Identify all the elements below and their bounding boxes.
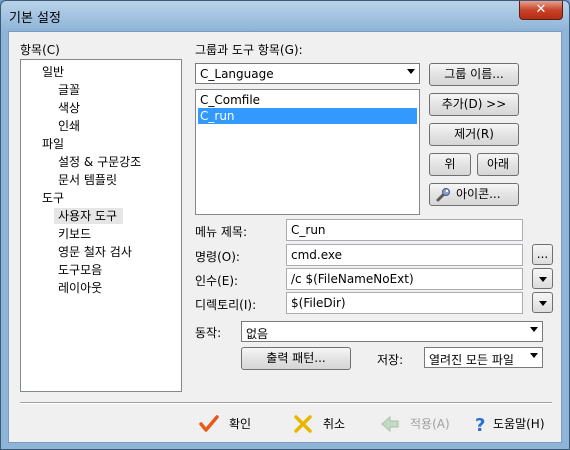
dir-input[interactable]: $(FileDir) — [286, 292, 523, 314]
group-combo-value: C_Language — [200, 67, 274, 81]
apply-button[interactable]: 적용(A) — [380, 412, 460, 436]
remove-button[interactable]: 제거(R) — [429, 123, 519, 146]
chevron-down-icon — [539, 301, 547, 306]
up-button[interactable]: 위 — [429, 153, 471, 176]
chevron-down-icon — [539, 277, 547, 282]
menu-title-input[interactable]: C_run — [286, 219, 523, 241]
icon-button-label: 아이콘... — [456, 187, 501, 201]
help-icon: ? — [475, 415, 485, 434]
ok-button[interactable]: 확인 — [199, 412, 269, 436]
close-button[interactable]: ✕ — [519, 1, 563, 20]
category-tree[interactable]: 일반 글꼴 색상 인쇄 파일 설정 & 구문강조 문서 템플릿 도구 사용자 도… — [20, 59, 182, 392]
browse-button[interactable]: ... — [532, 244, 553, 265]
save-label: 저장: — [377, 353, 404, 367]
command-input[interactable]: cmd.exe — [286, 244, 523, 266]
tree-item-file[interactable]: 파일 — [42, 136, 64, 152]
icon-button[interactable]: 아이콘... — [429, 183, 519, 206]
ok-label: 확인 — [229, 417, 252, 431]
tree-item-toolbar[interactable]: 도구모음 — [58, 262, 102, 278]
action-combo[interactable]: 없음 — [241, 321, 543, 342]
apply-label: 적용(A) — [410, 417, 450, 431]
wrench-icon — [436, 188, 450, 202]
arrow-left-icon — [381, 415, 399, 433]
tree-item-print[interactable]: 인쇄 — [58, 118, 80, 134]
tree-item-color[interactable]: 색상 — [58, 100, 80, 116]
svg-text:?: ? — [475, 415, 485, 434]
tree-item-general[interactable]: 일반 — [42, 64, 64, 80]
action-label: 동작: — [195, 326, 222, 340]
args-dropdown-button[interactable] — [532, 268, 553, 289]
chevron-down-icon — [407, 69, 415, 74]
cancel-button[interactable]: 취소 — [293, 412, 363, 436]
tree-item-syntax[interactable]: 설정 & 구문강조 — [58, 154, 141, 170]
command-label: 명령(O): — [195, 250, 240, 264]
tree-item-templates[interactable]: 문서 템플릿 — [58, 172, 117, 188]
title-bar[interactable]: 기본 설정 ✕ — [1, 1, 569, 31]
output-pattern-button[interactable]: 출력 패턴... — [241, 347, 351, 370]
group-combo[interactable]: C_Language — [195, 63, 420, 84]
tree-label: 항목(C) — [20, 43, 60, 57]
x-mark-icon — [294, 415, 312, 433]
window-title: 기본 설정 — [9, 11, 61, 26]
tree-item-spellcheck[interactable]: 영문 철자 검사 — [58, 244, 132, 260]
preferences-window: 기본 설정 ✕ 항목(C) 일반 글꼴 색상 인쇄 파일 설정 & 구문강조 문… — [0, 0, 570, 450]
action-combo-value: 없음 — [246, 327, 269, 341]
args-input[interactable]: /c $(FileNameNoExt) — [286, 268, 523, 290]
help-label: 도움말(H) — [493, 417, 545, 431]
group-name-button[interactable]: 그룹 이름... — [429, 63, 519, 86]
save-combo-value: 열려진 모든 파일 — [429, 353, 514, 367]
tree-item-tools[interactable]: 도구 — [42, 190, 64, 206]
tool-list[interactable]: C_Comfile C_run — [195, 89, 420, 215]
tree-item-layout[interactable]: 레이아웃 — [58, 280, 102, 296]
menu-title-label: 메뉴 제목: — [195, 225, 248, 239]
list-item[interactable]: C_Comfile — [198, 92, 417, 108]
cancel-label: 취소 — [323, 417, 346, 431]
dir-label: 디렉토리(I): — [195, 298, 257, 312]
tree-item-keyboard[interactable]: 키보드 — [58, 226, 91, 242]
help-button[interactable]: ? 도움말(H) — [471, 412, 556, 436]
footer-divider — [20, 402, 552, 404]
chevron-down-icon — [530, 327, 538, 332]
down-button[interactable]: 아래 — [477, 153, 519, 176]
dir-dropdown-button[interactable] — [532, 292, 553, 313]
checkmark-icon — [199, 415, 219, 432]
args-label: 인수(E): — [195, 274, 239, 288]
add-button[interactable]: 추가(D) >> — [429, 93, 519, 116]
tree-item-user-tools[interactable]: 사용자 도구 — [54, 208, 124, 224]
chevron-down-icon — [530, 353, 538, 358]
tree-item-font[interactable]: 글꼴 — [58, 82, 80, 98]
dialog-client: 항목(C) 일반 글꼴 색상 인쇄 파일 설정 & 구문강조 문서 템플릿 도구… — [8, 31, 562, 443]
save-combo[interactable]: 열려진 모든 파일 — [424, 347, 543, 368]
group-label: 그룹과 도구 항목(G): — [195, 43, 303, 57]
list-item-selected[interactable]: C_run — [198, 108, 417, 124]
